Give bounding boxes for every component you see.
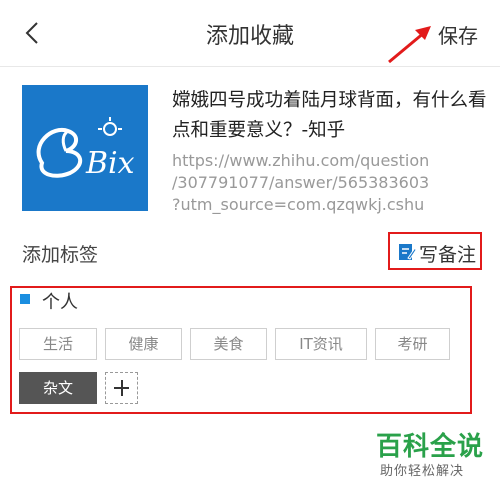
link-thumbnail: Bix bbox=[22, 85, 148, 211]
edit-note-icon bbox=[399, 244, 416, 260]
save-button[interactable]: 保存 bbox=[438, 20, 478, 49]
tag-chip[interactable]: 健康 bbox=[105, 328, 182, 360]
tag-chip-selected[interactable]: 杂文 bbox=[19, 372, 97, 404]
write-note-button[interactable]: 写备注 bbox=[388, 232, 482, 270]
link-url: https://www.zhihu.com/question /30779107… bbox=[172, 151, 430, 214]
thumbnail-text: Bix bbox=[85, 146, 135, 181]
watermark-subtitle: 助你轻松解决 bbox=[380, 464, 465, 479]
add-tags-label: 添加标签 bbox=[22, 244, 99, 266]
tag-chip[interactable]: IT资讯 bbox=[275, 328, 367, 360]
tag-chip[interactable]: 考研 bbox=[375, 328, 450, 360]
link-title: 嫦娥四号成功着陆月球背面，有什么看点和重要意义？-知乎 bbox=[172, 90, 487, 141]
bix-logo-icon: Bix bbox=[36, 117, 135, 181]
group-marker-icon bbox=[20, 294, 30, 304]
group-name: 个人 bbox=[42, 292, 78, 313]
red-arrow-icon bbox=[388, 26, 431, 64]
add-tag-button[interactable] bbox=[105, 372, 138, 404]
watermark-title: 百科全说 bbox=[376, 432, 485, 462]
tag-chip[interactable]: 生活 bbox=[19, 328, 97, 360]
tag-chip[interactable]: 美食 bbox=[190, 328, 267, 360]
write-note-label: 写备注 bbox=[419, 244, 477, 266]
